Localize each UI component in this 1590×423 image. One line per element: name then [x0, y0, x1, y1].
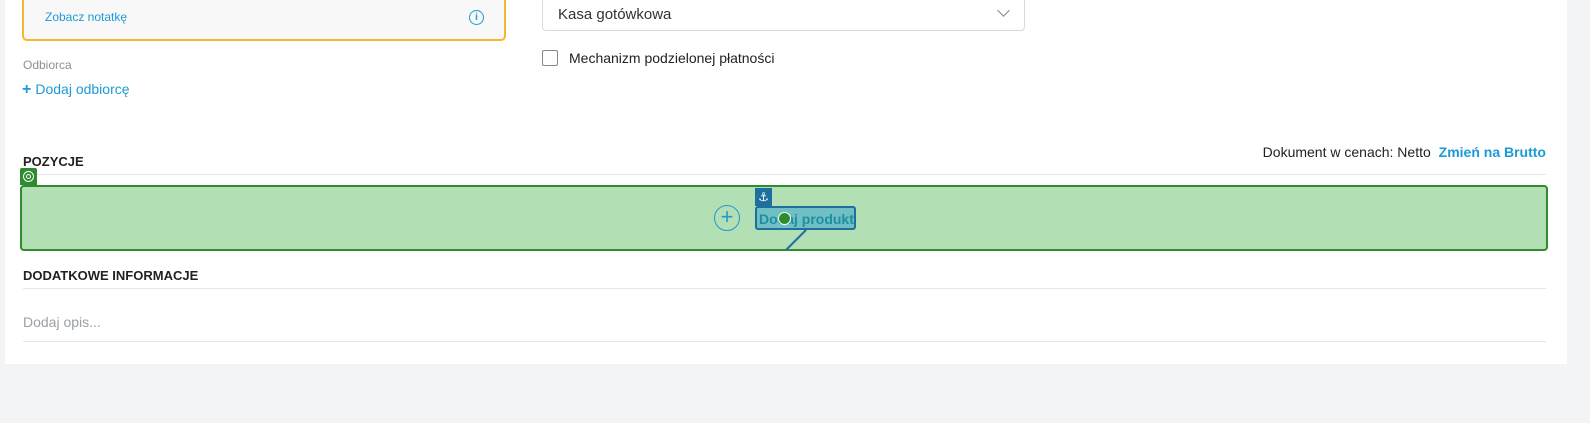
price-mode: Dokument w cenach: Netto Zmień na Brutto — [1263, 144, 1546, 160]
recipient-label: Odbiorca — [23, 58, 72, 72]
chevron-down-icon — [997, 4, 1010, 17]
price-mode-label: Dokument w cenach: Netto — [1262, 144, 1431, 160]
split-payment-checkbox[interactable] — [542, 50, 558, 66]
split-payment-label[interactable]: Mechanizm podzielonej płatności — [569, 50, 774, 66]
add-product-label: Dodaj produkt — [759, 211, 854, 227]
description-divider — [23, 341, 1546, 342]
switch-to-gross-link[interactable]: Zmień na Brutto — [1439, 144, 1546, 160]
connector-line — [785, 229, 807, 251]
add-product-button[interactable]: Dodaj produkt — [755, 206, 856, 230]
positions-title: POZYCJE — [23, 154, 84, 169]
payment-method-select[interactable]: Kasa gotówkowa — [542, 0, 1025, 31]
additional-info-title: DODATKOWE INFORMACJE — [23, 268, 199, 283]
plus-icon: + — [22, 81, 32, 98]
anchor-icon: ⚓ — [755, 188, 772, 206]
add-recipient-link[interactable]: + Dodaj odbiorcę — [22, 81, 130, 99]
view-note-link[interactable]: Zobacz notatkę — [45, 10, 127, 24]
pin-icon — [778, 212, 791, 225]
positions-divider — [23, 174, 1546, 175]
info-icon[interactable]: i — [469, 10, 484, 25]
payment-method-value: Kasa gotówkowa — [558, 6, 672, 23]
invoice-form-panel — [5, 0, 1567, 364]
target-icon — [20, 168, 37, 185]
add-recipient-label: Dodaj odbiorcę — [35, 81, 130, 97]
plus-circle-icon[interactable]: + — [714, 205, 740, 231]
note-box: Zobacz notatkę i — [22, 0, 506, 41]
description-input[interactable]: Dodaj opis... — [23, 314, 101, 330]
additional-divider — [23, 288, 1546, 289]
